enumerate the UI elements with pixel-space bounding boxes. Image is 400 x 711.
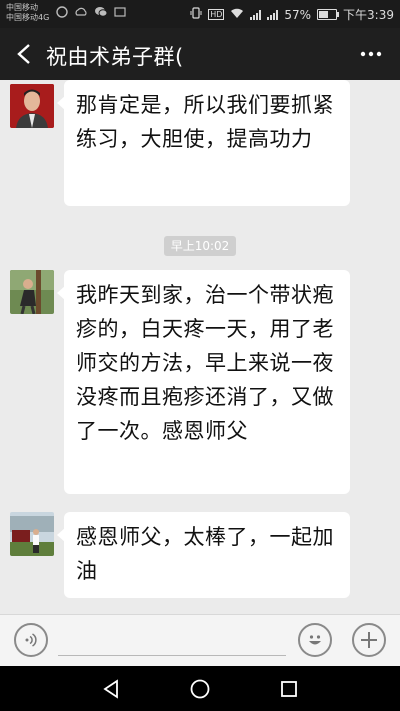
carrier-info: 中国移动 中国移动4G	[6, 3, 49, 23]
timestamp-badge: 早上10:02	[164, 236, 236, 256]
notification-app-icon	[56, 6, 68, 21]
emoji-icon	[309, 635, 321, 645]
signal-icon	[250, 9, 262, 20]
nav-recents-icon	[281, 681, 297, 697]
carrier-line-2: 中国移动4G	[6, 13, 50, 22]
vibrate-icon	[190, 7, 202, 22]
avatar-man-standing-building	[10, 512, 54, 556]
status-bar: 中国移动 中国移动4G HD 57% 下午3:39	[0, 0, 400, 28]
photo-icon	[114, 6, 126, 21]
avatar[interactable]	[10, 512, 54, 556]
battery-percent: 57%	[284, 7, 312, 22]
nav-recents-button[interactable]	[276, 676, 302, 702]
chat-title: 祝由术弟子群(	[46, 45, 184, 69]
wifi-icon	[230, 8, 244, 22]
notification-icons	[56, 6, 126, 21]
more-dots-icon	[360, 51, 382, 57]
nav-back-button[interactable]	[98, 676, 124, 702]
status-right: HD 57% 下午3:39	[190, 6, 394, 23]
message-bubble[interactable]: 感恩师父，太棒了，一起加油	[57, 512, 350, 598]
message-bubble[interactable]: 我昨天到家，治一个带状疱疹的，白天疼一天，用了老师交的方法，早上来说一夜没疼而且…	[57, 270, 350, 494]
avatar-man-red-background	[10, 84, 54, 128]
plus-button[interactable]	[352, 623, 386, 657]
voice-icon	[25, 633, 37, 647]
message-text: 我昨天到家，治一个带状疱疹的，白天疼一天，用了老师交的方法，早上来说一夜没疼而且…	[76, 283, 334, 443]
nav-back-icon	[103, 679, 118, 699]
hd-badge: HD	[208, 9, 225, 20]
nav-home-icon	[190, 679, 210, 699]
voice-button[interactable]	[14, 623, 48, 657]
signal-icon-2	[267, 9, 279, 20]
plus-icon	[361, 632, 377, 648]
more-button[interactable]	[356, 40, 386, 68]
back-button[interactable]	[8, 38, 40, 70]
avatar[interactable]	[10, 270, 54, 314]
nav-home-button[interactable]	[187, 676, 213, 702]
avatar-man-outdoors-tree	[10, 270, 54, 314]
input-bar	[0, 614, 400, 667]
emoji-button[interactable]	[298, 623, 332, 657]
cloud-icon	[74, 6, 88, 21]
message-text: 那肯定是，所以我们要抓紧练习，大胆使，提高功力	[76, 93, 334, 151]
wechat-icon	[94, 6, 108, 21]
message-input[interactable]	[58, 655, 286, 656]
chat-area[interactable]: 那肯定是，所以我们要抓紧练习，大胆使，提高功力 早上10:02 我昨天到家，治一…	[0, 80, 400, 614]
carrier-line-1: 中国移动	[6, 3, 38, 12]
message-bubble[interactable]: 那肯定是，所以我们要抓紧练习，大胆使，提高功力	[57, 80, 350, 206]
system-nav-bar	[0, 666, 400, 711]
chat-header: 祝由术弟子群(	[0, 28, 400, 80]
status-time: 下午3:39	[343, 8, 394, 22]
battery-icon	[317, 9, 340, 20]
chevron-left-icon	[17, 44, 30, 64]
avatar[interactable]	[10, 84, 54, 128]
message-text: 感恩师父，太棒了，一起加油	[76, 525, 334, 583]
